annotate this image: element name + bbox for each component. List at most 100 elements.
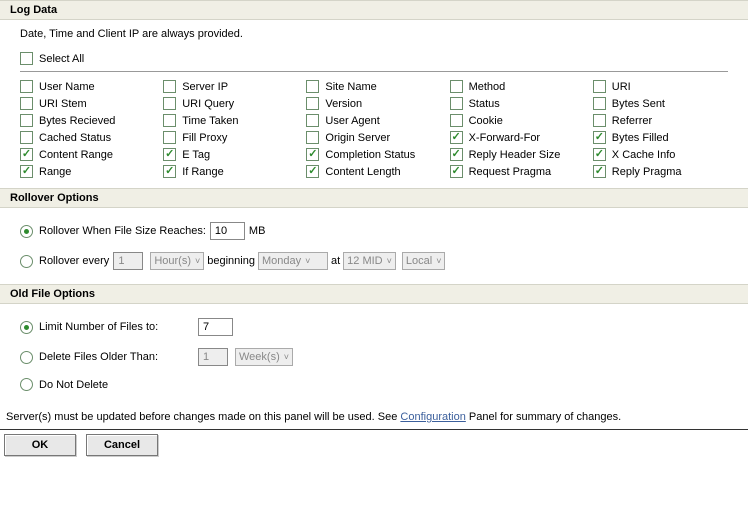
field-checkbox[interactable]: [593, 148, 606, 161]
delete-older-radio[interactable]: [20, 351, 33, 364]
field-label: Content Length: [325, 166, 400, 178]
field-checkbox[interactable]: [593, 165, 606, 178]
field-label: Cookie: [469, 115, 503, 127]
field-label: Bytes Sent: [612, 98, 665, 110]
field-checkbox[interactable]: [20, 97, 33, 110]
field-label: X Cache Info: [612, 149, 676, 161]
field-checkbox[interactable]: [306, 97, 319, 110]
field-label: If Range: [182, 166, 224, 178]
field-checkbox[interactable]: [450, 131, 463, 144]
rollover-every-label: Rollover every: [39, 255, 109, 267]
rollover-size-radio[interactable]: [20, 225, 33, 238]
field-checkbox[interactable]: [20, 80, 33, 93]
field-checkbox[interactable]: [593, 114, 606, 127]
field-checkbox[interactable]: [593, 131, 606, 144]
field-label: Bytes Filled: [612, 132, 669, 144]
field-label: Range: [39, 166, 71, 178]
select-all-label: Select All: [39, 53, 84, 65]
field-label: Time Taken: [182, 115, 238, 127]
limit-files-radio[interactable]: [20, 321, 33, 334]
field-label: URI Stem: [39, 98, 87, 110]
field-checkbox[interactable]: [306, 114, 319, 127]
rollover-beginning-label: beginning: [207, 255, 255, 267]
ok-button[interactable]: OK: [4, 434, 76, 456]
limit-files-label: Limit Number of Files to:: [39, 321, 194, 333]
rollover-body: Rollover When File Size Reaches: MB Roll…: [0, 208, 748, 284]
delete-older-input[interactable]: [198, 348, 228, 366]
log-fields-grid: User Name Server IP Site Name Method URI URI …: [20, 78, 728, 180]
no-delete-label: Do Not Delete: [39, 379, 108, 391]
field-checkbox[interactable]: [163, 131, 176, 144]
field-label: Referrer: [612, 115, 652, 127]
log-data-body: Date, Time and Client IP are always prov…: [0, 20, 748, 188]
field-checkbox[interactable]: [450, 148, 463, 161]
field-label: Content Range: [39, 149, 113, 161]
select-all-checkbox[interactable]: [20, 52, 33, 65]
footer-note: Server(s) must be updated before changes…: [0, 405, 748, 430]
field-checkbox[interactable]: [306, 131, 319, 144]
rollover-size-label: Rollover When File Size Reaches:: [39, 225, 206, 237]
field-label: URI: [612, 81, 631, 93]
field-checkbox[interactable]: [20, 148, 33, 161]
field-checkbox[interactable]: [163, 165, 176, 178]
field-label: Completion Status: [325, 149, 415, 161]
footer-note-after: Panel for summary of changes.: [466, 411, 621, 423]
rollover-size-input[interactable]: [210, 222, 245, 240]
field-checkbox[interactable]: [20, 114, 33, 127]
button-bar: OK Cancel: [0, 430, 748, 460]
field-label: Request Pragma: [469, 166, 552, 178]
footer-note-before: Server(s) must be updated before changes…: [6, 411, 400, 423]
field-checkbox[interactable]: [593, 97, 606, 110]
field-checkbox[interactable]: [163, 80, 176, 93]
field-label: Reply Header Size: [469, 149, 561, 161]
field-checkbox[interactable]: [163, 114, 176, 127]
oldfile-body: Limit Number of Files to: Delete Files O…: [0, 304, 748, 405]
field-checkbox[interactable]: [20, 131, 33, 144]
no-delete-radio[interactable]: [20, 378, 33, 391]
field-label: User Name: [39, 81, 95, 93]
rollover-every-radio[interactable]: [20, 255, 33, 268]
limit-files-input[interactable]: [198, 318, 233, 336]
cancel-button[interactable]: Cancel: [86, 434, 158, 456]
field-label: Version: [325, 98, 362, 110]
oldfile-header: Old File Options: [0, 284, 748, 304]
field-label: Reply Pragma: [612, 166, 682, 178]
field-label: Site Name: [325, 81, 376, 93]
field-checkbox[interactable]: [306, 80, 319, 93]
field-checkbox[interactable]: [450, 80, 463, 93]
field-checkbox[interactable]: [163, 97, 176, 110]
field-label: X-Forward-For: [469, 132, 541, 144]
rollover-header: Rollover Options: [0, 188, 748, 208]
rollover-every-input[interactable]: [113, 252, 143, 270]
configuration-link[interactable]: Configuration: [400, 411, 465, 423]
log-data-header: Log Data: [0, 0, 748, 20]
field-checkbox[interactable]: [450, 165, 463, 178]
rollover-tz-select[interactable]: Local: [402, 252, 446, 270]
field-checkbox[interactable]: [20, 165, 33, 178]
field-label: E Tag: [182, 149, 210, 161]
field-checkbox[interactable]: [306, 148, 319, 161]
field-label: Bytes Recieved: [39, 115, 115, 127]
rollover-size-unit: MB: [249, 225, 266, 237]
field-label: User Agent: [325, 115, 379, 127]
rollover-day-select[interactable]: Monday: [258, 252, 328, 270]
field-checkbox[interactable]: [450, 114, 463, 127]
field-checkbox[interactable]: [450, 97, 463, 110]
select-all-row: Select All: [20, 50, 728, 72]
field-label: Server IP: [182, 81, 228, 93]
rollover-time-select[interactable]: 12 MID: [343, 252, 396, 270]
field-checkbox[interactable]: [163, 148, 176, 161]
field-label: Fill Proxy: [182, 132, 227, 144]
delete-older-label: Delete Files Older Than:: [39, 351, 194, 363]
delete-older-unit-select[interactable]: Week(s): [235, 348, 293, 366]
field-label: Origin Server: [325, 132, 390, 144]
field-checkbox[interactable]: [593, 80, 606, 93]
field-label: Cached Status: [39, 132, 111, 144]
field-label: Method: [469, 81, 506, 93]
field-label: URI Query: [182, 98, 234, 110]
rollover-unit-select[interactable]: Hour(s): [150, 252, 204, 270]
rollover-at-label: at: [331, 255, 340, 267]
field-label: Status: [469, 98, 500, 110]
log-data-description: Date, Time and Client IP are always prov…: [20, 28, 728, 40]
field-checkbox[interactable]: [306, 165, 319, 178]
